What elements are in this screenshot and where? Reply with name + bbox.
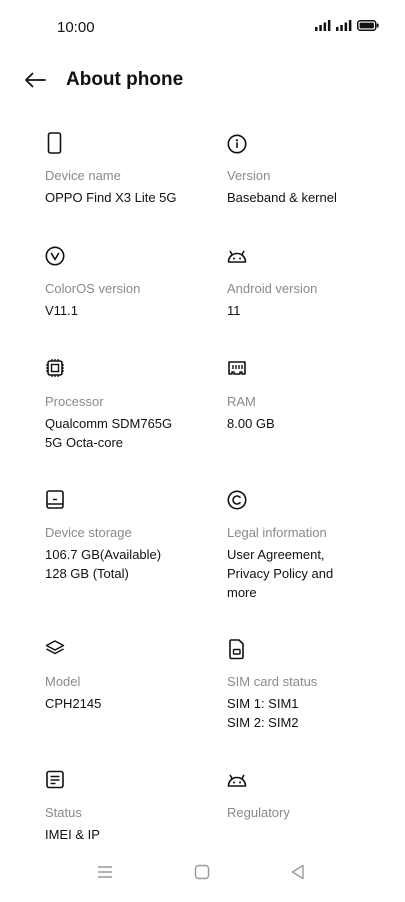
device-name-item[interactable]: Device name OPPO Find X3 Lite 5G	[45, 132, 215, 207]
storage-icon	[46, 490, 64, 509]
back-nav-button[interactable]	[286, 860, 310, 884]
item-title: SIM card status	[227, 674, 318, 689]
battery-icon	[357, 20, 379, 31]
item-value: 8.00 GB	[227, 416, 275, 431]
coloros-icon	[45, 246, 65, 266]
item-title: Legal information	[227, 525, 327, 540]
legal-information-item[interactable]: Legal information User Agreement, Privac…	[227, 489, 397, 602]
item-value: CPH2145	[45, 696, 102, 711]
layers-icon	[45, 640, 65, 655]
model-item[interactable]: Model CPH2145	[45, 638, 215, 713]
status-item[interactable]: Status IMEI & IP	[45, 769, 215, 844]
info-icon	[227, 134, 247, 154]
regulatory-item[interactable]: Regulatory	[227, 769, 397, 825]
item-title: Android version	[227, 281, 318, 296]
status-bar: 10:00	[0, 0, 405, 54]
copyright-icon	[227, 490, 247, 510]
item-value: 106.7 GB(Available) 128 GB (Total)	[45, 547, 162, 581]
phone-icon	[47, 132, 62, 154]
android-version-item[interactable]: Android version 11	[227, 245, 397, 320]
menu-icon	[98, 866, 112, 878]
android-icon	[227, 774, 247, 787]
version-item[interactable]: Version Baseband & kernel	[227, 132, 397, 207]
document-icon	[46, 770, 64, 789]
item-title: Processor	[45, 394, 104, 409]
device-storage-item[interactable]: Device storage 106.7 GB(Available) 128 G…	[45, 489, 215, 583]
status-time: 10:00	[57, 19, 95, 36]
item-title: Device storage	[45, 525, 132, 540]
back-button[interactable]	[22, 68, 48, 92]
item-value: 11	[227, 303, 241, 318]
arrow-left-icon	[25, 72, 46, 88]
recent-apps-button[interactable]	[93, 860, 117, 884]
item-title: Status	[45, 805, 82, 820]
header: About phone	[0, 60, 405, 100]
item-value: OPPO Find X3 Lite 5G	[45, 190, 177, 205]
item-value: Qualcomm SDM765G 5G Octa-core	[45, 416, 173, 450]
home-button[interactable]	[190, 860, 214, 884]
signal-icon	[336, 20, 352, 31]
item-value: Baseband & kernel	[227, 190, 337, 205]
back-triangle-icon	[291, 864, 304, 880]
ram-icon	[228, 361, 246, 375]
status-icons	[315, 20, 379, 31]
sim-card-icon	[229, 639, 244, 660]
processor-item[interactable]: Processor Qualcomm SDM765G 5G Octa-core	[45, 358, 215, 452]
ram-item[interactable]: RAM 8.00 GB	[227, 358, 397, 433]
item-title: ColorOS version	[45, 281, 141, 296]
item-title: Version	[227, 168, 271, 183]
navigation-bar	[0, 846, 405, 902]
item-value: SIM 1: SIM1 SIM 2: SIM2	[227, 696, 299, 730]
home-icon	[194, 864, 210, 880]
processor-icon	[46, 359, 64, 377]
item-title: Model	[45, 674, 81, 689]
item-title: RAM	[227, 394, 256, 409]
page-title: About phone	[66, 69, 184, 90]
signal-icon	[315, 20, 331, 31]
item-title: Regulatory	[227, 805, 290, 820]
android-icon	[227, 250, 247, 263]
item-title: Device name	[45, 168, 121, 183]
coloros-version-item[interactable]: ColorOS version V11.1	[45, 245, 215, 320]
item-value: V11.1	[45, 303, 79, 318]
item-value: User Agreement, Privacy Policy and more	[227, 547, 334, 600]
sim-card-status-item[interactable]: SIM card status SIM 1: SIM1 SIM 2: SIM2	[227, 638, 397, 732]
item-value: IMEI & IP	[45, 827, 100, 842]
